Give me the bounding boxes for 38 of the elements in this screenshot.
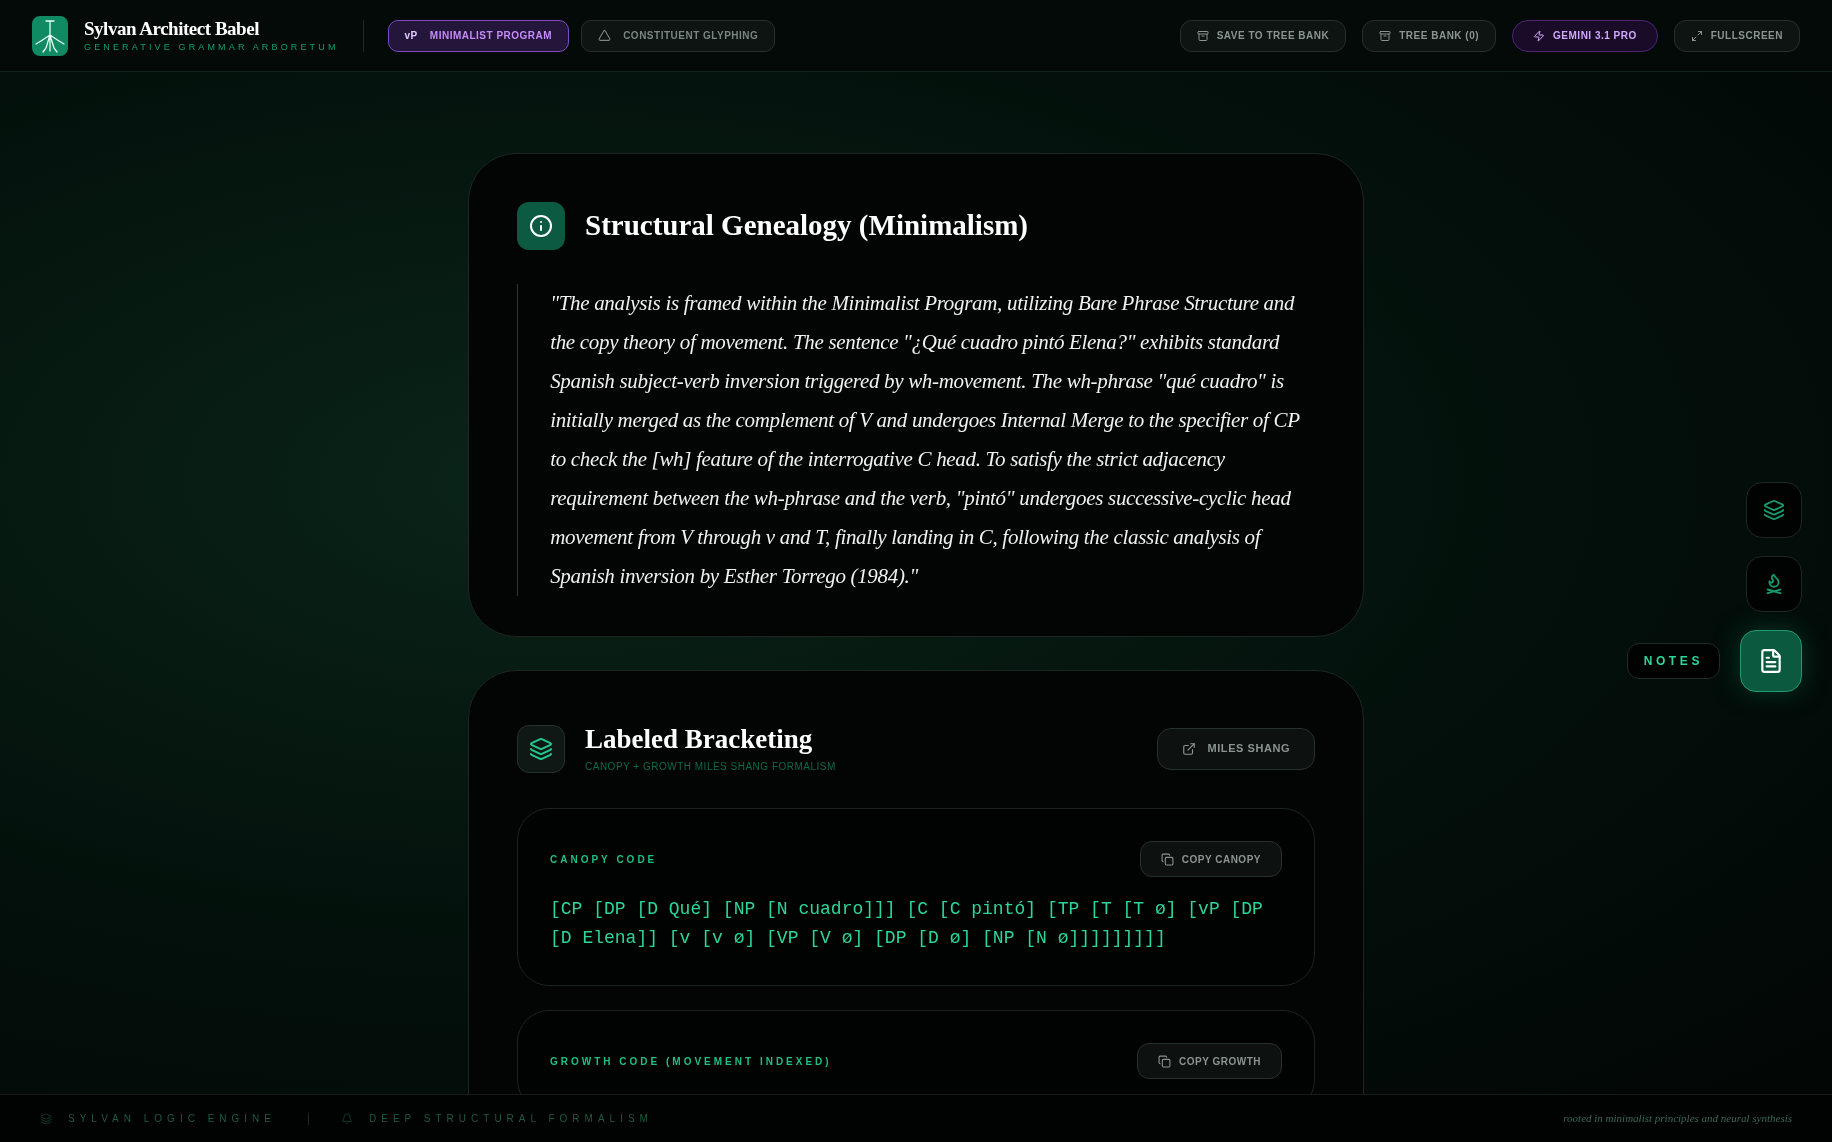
footer-label: DEEP STRUCTURAL FORMALISM: [369, 1112, 653, 1126]
copy-icon: [1160, 852, 1174, 866]
app-subtitle: GENERATIVE GRAMMAR ARBORETUM: [84, 40, 339, 54]
bell-icon: [341, 1112, 353, 1125]
archive-icon: [1379, 29, 1392, 42]
app-title: Sylvan Architect Babel: [84, 16, 260, 41]
tree-roots-logo: [32, 15, 68, 56]
tooltip: NOTES: [1626, 643, 1720, 679]
toolbar-button[interactable]: FULLSCREEN: [1673, 19, 1800, 52]
card-subtitle: CANOPY + GROWTH MILES SHANG FORMALISM: [585, 760, 836, 774]
info-icon: [517, 202, 565, 250]
copy-button[interactable]: COPY CANOPY: [1139, 841, 1282, 877]
model-button[interactable]: GEMINI 3.1 PRO: [1512, 19, 1658, 52]
toolbar-button[interactable]: SAVE TO TREE BANK: [1179, 19, 1347, 52]
copy-button[interactable]: COPY GROWTH: [1137, 1043, 1282, 1079]
card-title: Structural Genealogy (Minimalism): [585, 208, 1028, 244]
external-link-button[interactable]: MILES SHANG: [1156, 727, 1315, 770]
mode-tab[interactable]: vP MINIMALIST PROGRAM: [387, 19, 570, 52]
expand-icon: [1690, 29, 1703, 42]
lightning-icon: [1533, 29, 1546, 42]
code-label: CANOPY CODE: [550, 852, 658, 867]
layers-icon: [1763, 499, 1785, 521]
archive-icon: [1196, 29, 1209, 42]
external-link-icon: [1181, 741, 1196, 756]
layers-icon: [40, 1112, 52, 1125]
layers-icon: [517, 724, 565, 773]
code-label: GROWTH CODE (MOVEMENT INDEXED): [550, 1054, 832, 1069]
toolbar-button[interactable]: TREE BANK (0): [1362, 19, 1497, 52]
code-text: [CP [DP [D Qué] [NP [N cuadro]]] [C [C pintó] [TP [T [T ø] [vP [DP [D Elena]] [v [v ø] [VP [V ø] [DP [D ø] [NP [N ø]]]]]]]]]: [550, 898, 1264, 950]
footer-note: rooted in minimalist principles and neural synthesis: [1563, 1111, 1792, 1127]
card-title: Labeled Bracketing: [585, 723, 814, 755]
copy-icon: [1158, 1054, 1171, 1068]
side-tool-button[interactable]: [1740, 630, 1802, 692]
footer-label: SYLVAN LOGIC ENGINE: [68, 1112, 276, 1126]
mode-tab[interactable]: CONSTITUENT GLYPHING: [581, 19, 776, 52]
analysis-quote: "The analysis is framed within the Minimalist Program, utilizing Bare Phrase Structure and the copy theory of movement. The sentence "¿Qué cuadro pintó Elena?" exhibits standard Spanish subject-verb inversion triggered by wh-movement. The wh-phrase "qué cuadro" is initially merged as the complement of V and undergoes Internal Merge to the specifier of CP to check the [wh] feature of the interrogative C head. To satisfy the strict adjacency requirement between the wh-phrase and the verb, "pintó" undergoes successive-cyclic head movement from V through v and T, finally landing in C, following the classic analysis of Spanish inversion by Esther Torrego (1984).": [550, 290, 1301, 590]
triangle-icon: [598, 29, 612, 42]
document-icon: [1758, 648, 1784, 674]
